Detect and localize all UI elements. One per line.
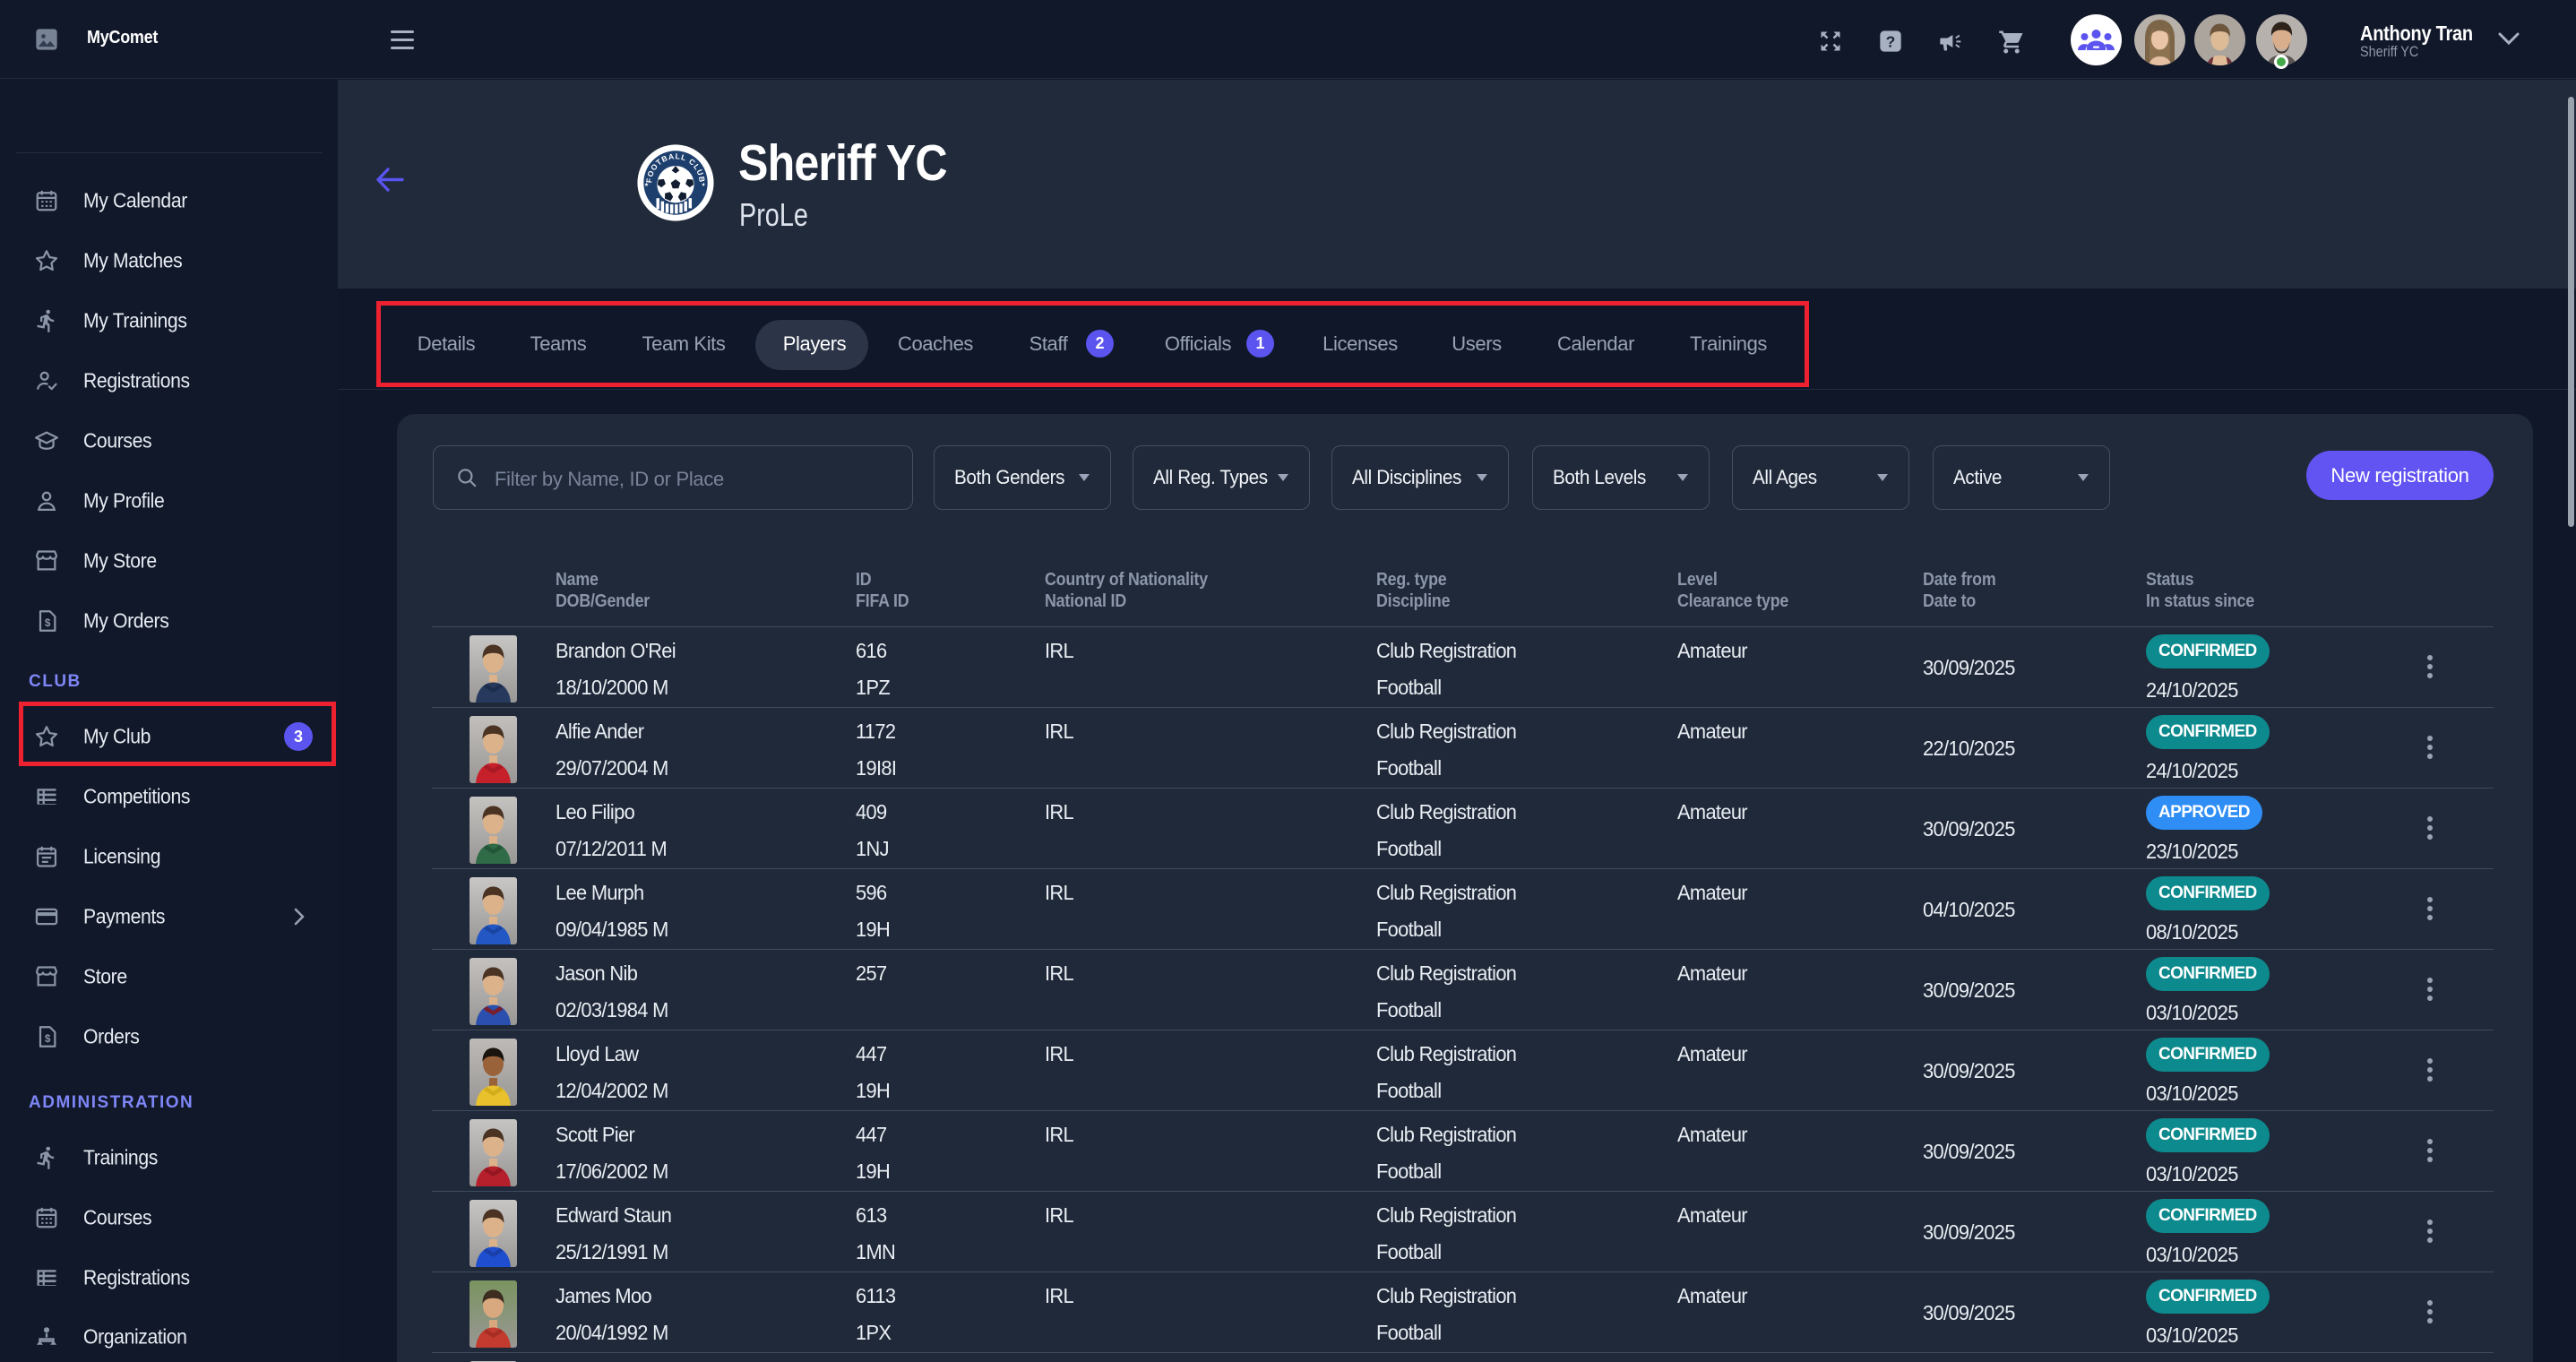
svg-text:$: $ (45, 1033, 51, 1045)
svg-text:?: ? (1886, 32, 1896, 50)
svg-text:$: $ (45, 617, 51, 629)
